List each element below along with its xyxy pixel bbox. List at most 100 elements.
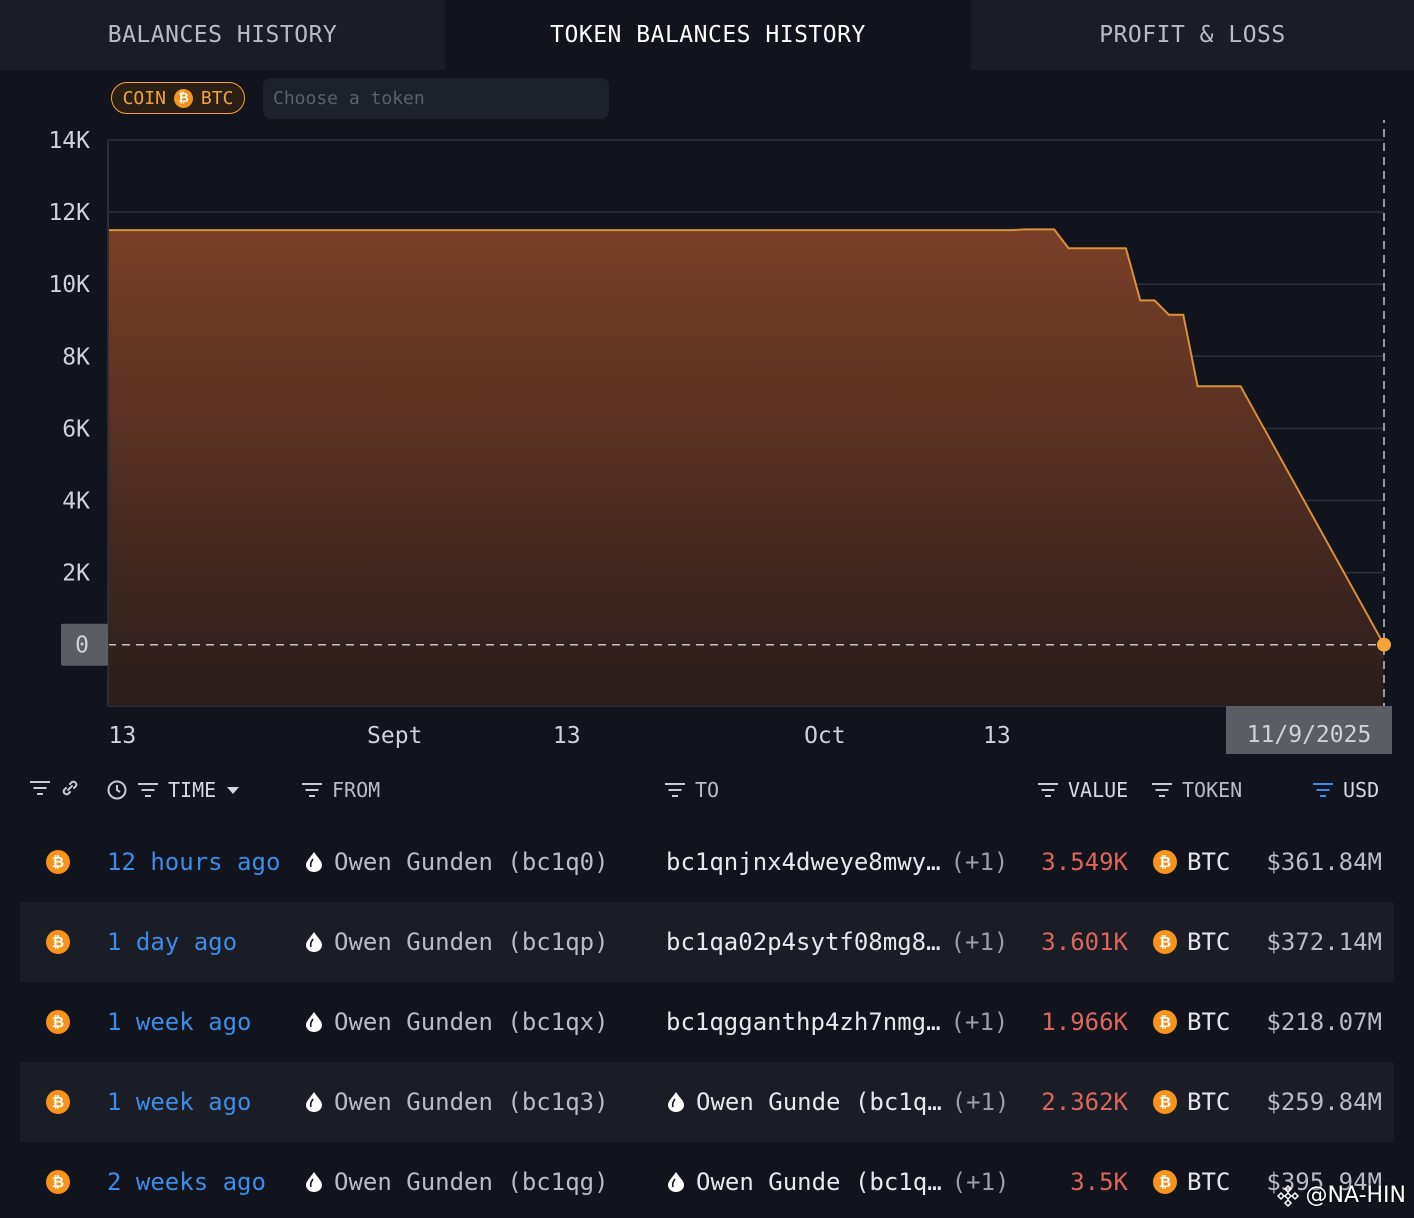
usd-column-header[interactable]: USD (1313, 778, 1379, 802)
from-header-label: FROM (332, 778, 381, 802)
token-balance-chart: 14K 12K 10K 8K 6K 4K 2K 13 Sept 13 Oct 13 0 11/9/2… (48, 120, 1392, 754)
to-text: Owen Gunde (bc1q… (696, 1088, 942, 1116)
from-column-header[interactable]: FROM (302, 778, 380, 802)
row-value: 2.362K (1041, 1088, 1128, 1116)
row-from[interactable]: Owen Gunden (bc1q0) (304, 822, 609, 902)
current-balance-dot[interactable] (1377, 637, 1391, 652)
y-tick-label: 10K (48, 272, 90, 298)
from-text: Owen Gunden (bc1qx) (334, 1008, 609, 1036)
entity-drop-icon (306, 1012, 322, 1032)
token-header-label: TOKEN (1182, 778, 1243, 802)
x-tick-label: Oct (804, 723, 846, 749)
row-usd: $218.07M (1266, 1008, 1382, 1036)
row-token[interactable]: ₿ BTC (1153, 1062, 1230, 1142)
row-to[interactable]: bc1qa02p4sytf08mg8… (+1) (666, 902, 1008, 982)
coin-filter-chip[interactable]: COIN ₿ BTC (111, 82, 245, 114)
tab-token-balances-history[interactable]: TOKEN BALANCES HISTORY (445, 0, 971, 70)
x-tick-label: 13 (553, 723, 581, 749)
row-from[interactable]: Owen Gunden (bc1qp) (304, 902, 609, 982)
token-column-header[interactable]: TOKEN (1152, 778, 1242, 802)
hover-date-label: 11/9/2025 (1247, 722, 1372, 748)
table-header: TIME FROM TO VALUE TOKEN USD (0, 770, 1414, 812)
table-row[interactable]: ₿ 12 hours ago Owen Gunden (bc1q0) bc1qn… (20, 822, 1394, 902)
to-text: bc1qnjnx4dweye8mwy… (666, 848, 941, 876)
binance-logo-icon (1276, 1184, 1299, 1207)
filter-icon[interactable] (30, 781, 50, 795)
watermark-text: @NA-HIN (1305, 1183, 1406, 1208)
from-filter-icon[interactable] (302, 783, 322, 797)
y-tick-label: 2K (62, 561, 90, 587)
entity-drop-icon (306, 1172, 322, 1192)
row-time[interactable]: 1 day ago (107, 902, 237, 982)
btc-icon: ₿ (46, 850, 70, 874)
table-row[interactable]: ₿ 1 week ago Owen Gunden (bc1qx) bc1qgga… (20, 982, 1394, 1062)
row-to[interactable]: Owen Gunde (bc1q… (+1) (666, 1062, 1009, 1142)
table-row[interactable]: ₿ 1 week ago Owen Gunden (bc1q3) Owen Gu… (20, 1062, 1394, 1142)
table-row[interactable]: ₿ 1 day ago Owen Gunden (bc1qp) bc1qa02p… (20, 902, 1394, 982)
row-token[interactable]: ₿ BTC (1153, 1142, 1230, 1218)
row-from[interactable]: Owen Gunden (bc1qx) (304, 982, 609, 1062)
y-axis-ticks: 14K 12K 10K 8K 6K 4K 2K (48, 128, 90, 587)
y-tick-label: 4K (62, 489, 90, 515)
row-time[interactable]: 1 week ago (107, 1062, 252, 1142)
y-tick-label: 6K (62, 416, 90, 442)
row-token[interactable]: ₿ BTC (1153, 902, 1230, 982)
y-tick-label: 12K (48, 200, 90, 226)
link-icon[interactable] (60, 778, 80, 798)
row-to[interactable]: bc1qnjnx4dweye8mwy… (+1) (666, 822, 1008, 902)
row-coin-cell: ₿ (46, 1142, 70, 1218)
x-tick-label: 13 (983, 723, 1011, 749)
sort-down-icon[interactable] (226, 785, 240, 795)
zero-label-badge: 0 (61, 623, 108, 666)
row-to[interactable]: bc1qgganthp4zh7nmg… (+1) (666, 982, 1008, 1062)
to-text: bc1qgganthp4zh7nmg… (666, 1008, 941, 1036)
value-column-header[interactable]: VALUE (1038, 778, 1128, 802)
x-tick-label: Sept (367, 723, 422, 749)
row-coin-cell: ₿ (46, 982, 70, 1062)
row-value: 1.966K (1041, 1008, 1128, 1036)
to-column-header[interactable]: TO (665, 778, 719, 802)
row-coin-cell: ₿ (46, 1062, 70, 1142)
time-column-header[interactable]: TIME (106, 778, 240, 802)
btc-icon: ₿ (46, 1010, 70, 1034)
btc-icon: ₿ (46, 930, 70, 954)
tab-balances-history[interactable]: BALANCES HISTORY (0, 0, 445, 70)
row-value: 3.549K (1041, 848, 1128, 876)
time-filter-icon[interactable] (138, 783, 158, 797)
btc-icon: ₿ (46, 1170, 70, 1194)
btc-icon: ₿ (46, 1090, 70, 1114)
tab-profit-loss[interactable]: PROFIT & LOSS (971, 0, 1414, 70)
y-tick-label: 14K (48, 128, 90, 154)
btc-icon: ₿ (1153, 1010, 1177, 1034)
value-filter-icon[interactable] (1038, 783, 1058, 797)
row-coin-cell: ₿ (46, 822, 70, 902)
from-text: Owen Gunden (bc1qp) (334, 928, 609, 956)
row-from[interactable]: Owen Gunden (bc1q3) (304, 1062, 609, 1142)
coin-symbol: BTC (200, 87, 234, 109)
table-row[interactable]: ₿ 2 weeks ago Owen Gunden (bc1qg) Owen G… (20, 1142, 1394, 1218)
btc-icon: ₿ (173, 88, 193, 108)
btc-icon: ₿ (1153, 930, 1177, 954)
from-text: Owen Gunden (bc1qg) (334, 1168, 609, 1196)
entity-drop-icon (668, 1172, 684, 1192)
usd-filter-icon[interactable] (1313, 783, 1333, 797)
to-text: bc1qa02p4sytf08mg8… (666, 928, 941, 956)
row-to[interactable]: Owen Gunde (bc1q… (+1) (666, 1142, 1009, 1218)
row-time[interactable]: 2 weeks ago (107, 1142, 266, 1218)
row-usd: $361.84M (1266, 848, 1382, 876)
to-filter-icon[interactable] (665, 783, 685, 797)
tab-bar: BALANCES HISTORY TOKEN BALANCES HISTORY … (0, 0, 1414, 70)
token-filter-icon[interactable] (1152, 783, 1172, 797)
from-text: Owen Gunden (bc1q0) (334, 848, 609, 876)
to-header-label: TO (695, 778, 720, 802)
usd-header-label: USD (1343, 778, 1380, 802)
row-from[interactable]: Owen Gunden (bc1qg) (304, 1142, 609, 1218)
row-usd: $372.14M (1266, 928, 1382, 956)
entity-drop-icon (306, 932, 322, 952)
entity-drop-icon (668, 1092, 684, 1112)
row-token[interactable]: ₿ BTC (1153, 822, 1230, 902)
row-token[interactable]: ₿ BTC (1153, 982, 1230, 1062)
row-time[interactable]: 12 hours ago (107, 822, 280, 902)
token-search-input[interactable] (263, 78, 609, 119)
row-time[interactable]: 1 week ago (107, 982, 252, 1062)
